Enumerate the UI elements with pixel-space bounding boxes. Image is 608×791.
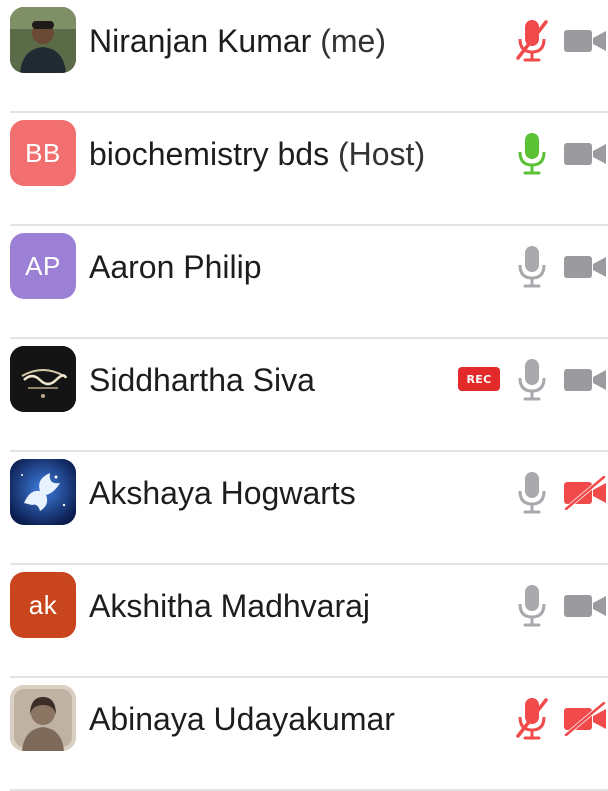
initials-avatar: BB: [10, 120, 76, 186]
participant-name-text: biochemistry bds: [89, 136, 330, 172]
participant-name-text: Abinaya Udayakumar: [89, 701, 395, 737]
mic-muted-icon: [512, 18, 552, 64]
participant-name: Akshitha Madhvaraj: [89, 585, 370, 627]
video-off-icon: [562, 475, 608, 511]
microphone-icon: [512, 357, 552, 403]
participant-row[interactable]: BB biochemistry bds (Host): [0, 113, 608, 226]
microphone-icon: [512, 470, 552, 516]
pegasus-avatar: [10, 459, 76, 525]
video-camera-icon: [562, 24, 608, 58]
video-camera-icon: [562, 250, 608, 284]
participant-name: Siddhartha Siva: [89, 359, 315, 401]
participant-role-suffix: (me): [320, 23, 386, 59]
participant-row[interactable]: ak Akshitha Madhvaraj: [0, 565, 608, 678]
microphone-icon: [512, 583, 552, 629]
participant-name-text: Aaron Philip: [89, 249, 262, 285]
logo-avatar: [10, 346, 76, 412]
participant-row[interactable]: Siddhartha Siva REC: [0, 339, 608, 452]
participant-row[interactable]: Abinaya Udayakumar: [0, 678, 608, 791]
initials-avatar: AP: [10, 233, 76, 299]
participant-name-text: Akshaya Hogwarts: [89, 475, 356, 511]
microphone-icon: [512, 131, 552, 177]
video-camera-icon: [562, 363, 608, 397]
participants-list: Niranjan Kumar (me) BB biochemistry bds (H…: [0, 0, 608, 791]
participant-row[interactable]: Akshaya Hogwarts: [0, 452, 608, 565]
video-camera-icon: [562, 589, 608, 623]
recording-badge: REC: [458, 367, 500, 391]
participant-role-suffix: (Host): [337, 136, 426, 172]
video-off-icon: [562, 701, 608, 737]
participant-row[interactable]: Niranjan Kumar (me): [0, 0, 608, 113]
initials-avatar: ak: [10, 572, 76, 638]
mic-muted-icon: [512, 696, 552, 742]
participant-name-text: Siddhartha Siva: [89, 362, 315, 398]
participant-name: Akshaya Hogwarts: [89, 472, 356, 514]
video-camera-icon: [562, 137, 608, 171]
participant-name: Niranjan Kumar (me): [89, 20, 386, 62]
participant-name-text: Akshitha Madhvaraj: [89, 588, 371, 624]
participant-name: biochemistry bds (Host): [89, 133, 425, 175]
participant-name: Abinaya Udayakumar: [89, 698, 395, 740]
microphone-icon: [512, 244, 552, 290]
user-photo-avatar: [10, 7, 76, 73]
participant-name-text: Niranjan Kumar: [89, 23, 312, 59]
user-photo-avatar: [10, 685, 76, 751]
participant-row[interactable]: AP Aaron Philip: [0, 226, 608, 339]
participant-name: Aaron Philip: [89, 246, 262, 288]
